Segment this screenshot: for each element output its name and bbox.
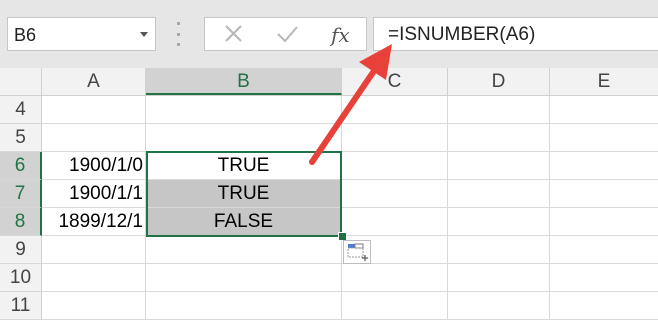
- annotation-arrow: [309, 44, 392, 165]
